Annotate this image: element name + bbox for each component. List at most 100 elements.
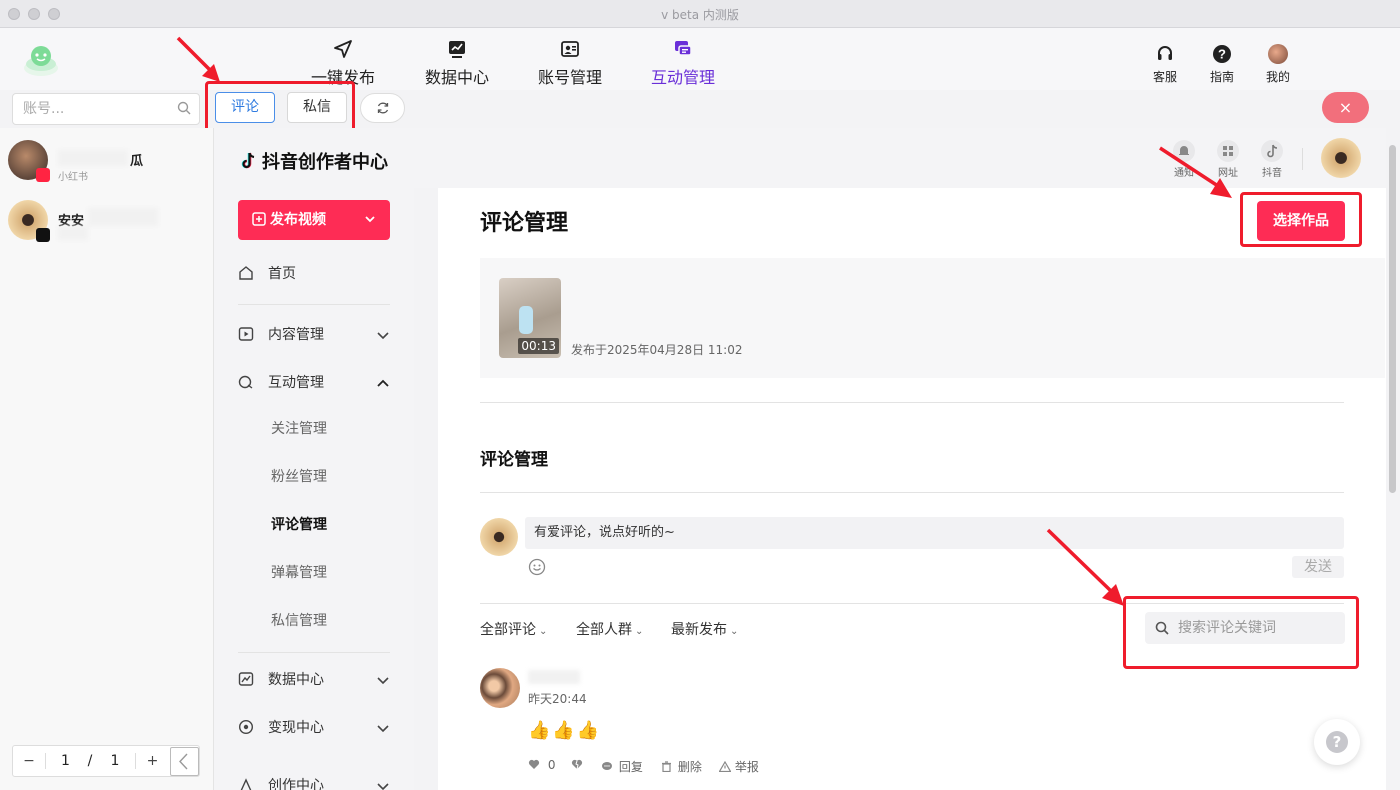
douyin-sidebar: 抖音创作者中心 发布视频 首页 内容管理 互动管理 关注管理 粉丝管理 评论管理… [214,128,414,790]
sidebar-item-home[interactable]: 首页 [238,262,390,286]
pager-total: 1 [110,753,120,769]
thumbnail-figure [519,306,533,334]
pager-plus-button[interactable]: + [135,753,169,769]
chevron-down-icon: ⌄ [730,626,739,637]
sidebar-label: 首页 [268,266,296,282]
like-count: 0 [547,758,556,772]
close-panel-button[interactable]: × [1322,92,1369,123]
chevron-down-icon [364,200,376,256]
filter-label: 最新发布 [671,622,727,638]
chevron-down-icon [376,323,390,355]
account-search-input[interactable]: 账号... [12,93,200,125]
sidebar-divider [238,652,390,653]
app-logo-icon [24,46,58,76]
pager-minus-button[interactable]: − [13,753,45,769]
chevron-up-icon [376,371,390,403]
refresh-icon [377,102,389,114]
tiktok-logo-icon [241,152,255,169]
chevron-down-icon [376,668,390,700]
chart-icon [449,41,465,58]
douyin-badge-icon [36,228,50,242]
account-item[interactable]: 瓜 小红书 [8,140,208,184]
svg-text:?: ? [1218,47,1226,62]
blurred-sub [58,226,88,240]
play-square-icon [238,327,254,341]
annotation-box [1123,596,1359,669]
content-scrollbar[interactable] [1389,145,1396,493]
chat-bubbles-icon [675,41,692,56]
nav-label: 客服 [1152,70,1177,84]
heart-icon [528,759,540,769]
bulb-icon [240,778,252,790]
sidebar-item-monetize[interactable]: 变现中心 [238,716,390,740]
xiaohongshu-badge-icon [36,168,50,182]
sidebar-sub-fans[interactable]: 粉丝管理 [271,466,327,486]
nav-customer-service[interactable]: 客服 [1145,44,1185,85]
question-icon: ? [1326,731,1348,753]
publish-video-button[interactable]: 发布视频 [238,200,390,240]
reply-button[interactable]: 回复 [601,758,643,775]
tiktok-icon [1261,140,1283,162]
target-icon [238,719,254,735]
home-icon [239,266,253,280]
report-button[interactable]: 举报 [718,758,759,775]
sidebar-label: 创作中心 [268,778,324,790]
trash-icon [662,761,671,773]
filter-all-audience[interactable]: 全部人群 ⌄ [576,619,643,639]
help-circle-icon: ? [1213,45,1231,63]
account-name: 瓜 [130,154,144,169]
chat-icon [238,375,253,389]
sidebar-sub-comment[interactable]: 评论管理 [271,514,327,534]
dislike-button[interactable] [571,758,583,772]
sidebar-label: 变现中心 [268,720,324,736]
filter-latest[interactable]: 最新发布 ⌄ [671,619,738,639]
sidebar-item-interaction[interactable]: 互动管理 [238,371,390,395]
creator-avatar[interactable] [1321,138,1361,178]
emoji-icon[interactable] [528,558,546,576]
my-avatar [480,518,518,556]
sidebar-label: 互动管理 [268,375,324,391]
blurred-commenter-name [528,670,580,684]
account-item[interactable]: 安安 [8,200,208,244]
sidebar-sub-follow[interactable]: 关注管理 [271,418,327,438]
nav-mine[interactable]: 我的 [1258,44,1298,85]
sidebar-item-creation[interactable]: 创作中心 [238,774,390,790]
warning-icon [718,760,732,773]
nav-account-management[interactable]: 账号管理 [538,38,602,88]
send-icon [334,40,352,58]
sidebar-sub-dm[interactable]: 私信管理 [271,610,327,630]
filter-all-comments[interactable]: 全部评论 ⌄ [480,619,547,639]
commenter-avatar[interactable] [480,668,520,708]
header-douyin[interactable]: 抖音 [1257,140,1287,179]
like-button[interactable]: 0 [528,758,555,772]
video-thumbnail[interactable]: 00:13 [499,278,561,358]
pager-current-input[interactable]: 1 [45,753,85,769]
header-divider [1302,148,1303,170]
user-avatar [1268,44,1288,64]
sidebar-item-content[interactable]: 内容管理 [238,323,390,347]
nav-label: 指南 [1209,70,1234,84]
comment-bubble-icon [602,762,612,770]
search-icon [177,101,191,115]
header-icon-label: 抖音 [1262,168,1282,179]
nav-guide[interactable]: ? 指南 [1202,44,1242,85]
collapse-button[interactable] [170,747,199,776]
nav-data-center[interactable]: 数据中心 [425,38,489,88]
account-platform: 小红书 [58,172,88,183]
sidebar-sub-danmaku[interactable]: 弹幕管理 [271,562,327,582]
annotation-arrow-icon [1159,146,1232,198]
comment-input[interactable]: 有爱评论，说点好听的~ [525,517,1344,549]
reply-label: 回复 [618,760,643,774]
douyin-brand: 抖音创作者中心 [238,148,388,174]
annotation-arrow-icon [176,36,220,82]
send-button[interactable]: 发送 [1292,556,1344,578]
refresh-button[interactable] [360,93,405,123]
delete-label: 删除 [677,760,702,774]
trend-icon [238,672,254,686]
chevron-down-icon: ⌄ [539,626,548,637]
help-button[interactable]: ? [1314,719,1360,765]
sidebar-item-data[interactable]: 数据中心 [238,668,390,692]
filter-label: 全部评论 [480,622,536,638]
nav-interaction-management[interactable]: 互动管理 [651,38,715,88]
delete-button[interactable]: 删除 [661,758,702,775]
